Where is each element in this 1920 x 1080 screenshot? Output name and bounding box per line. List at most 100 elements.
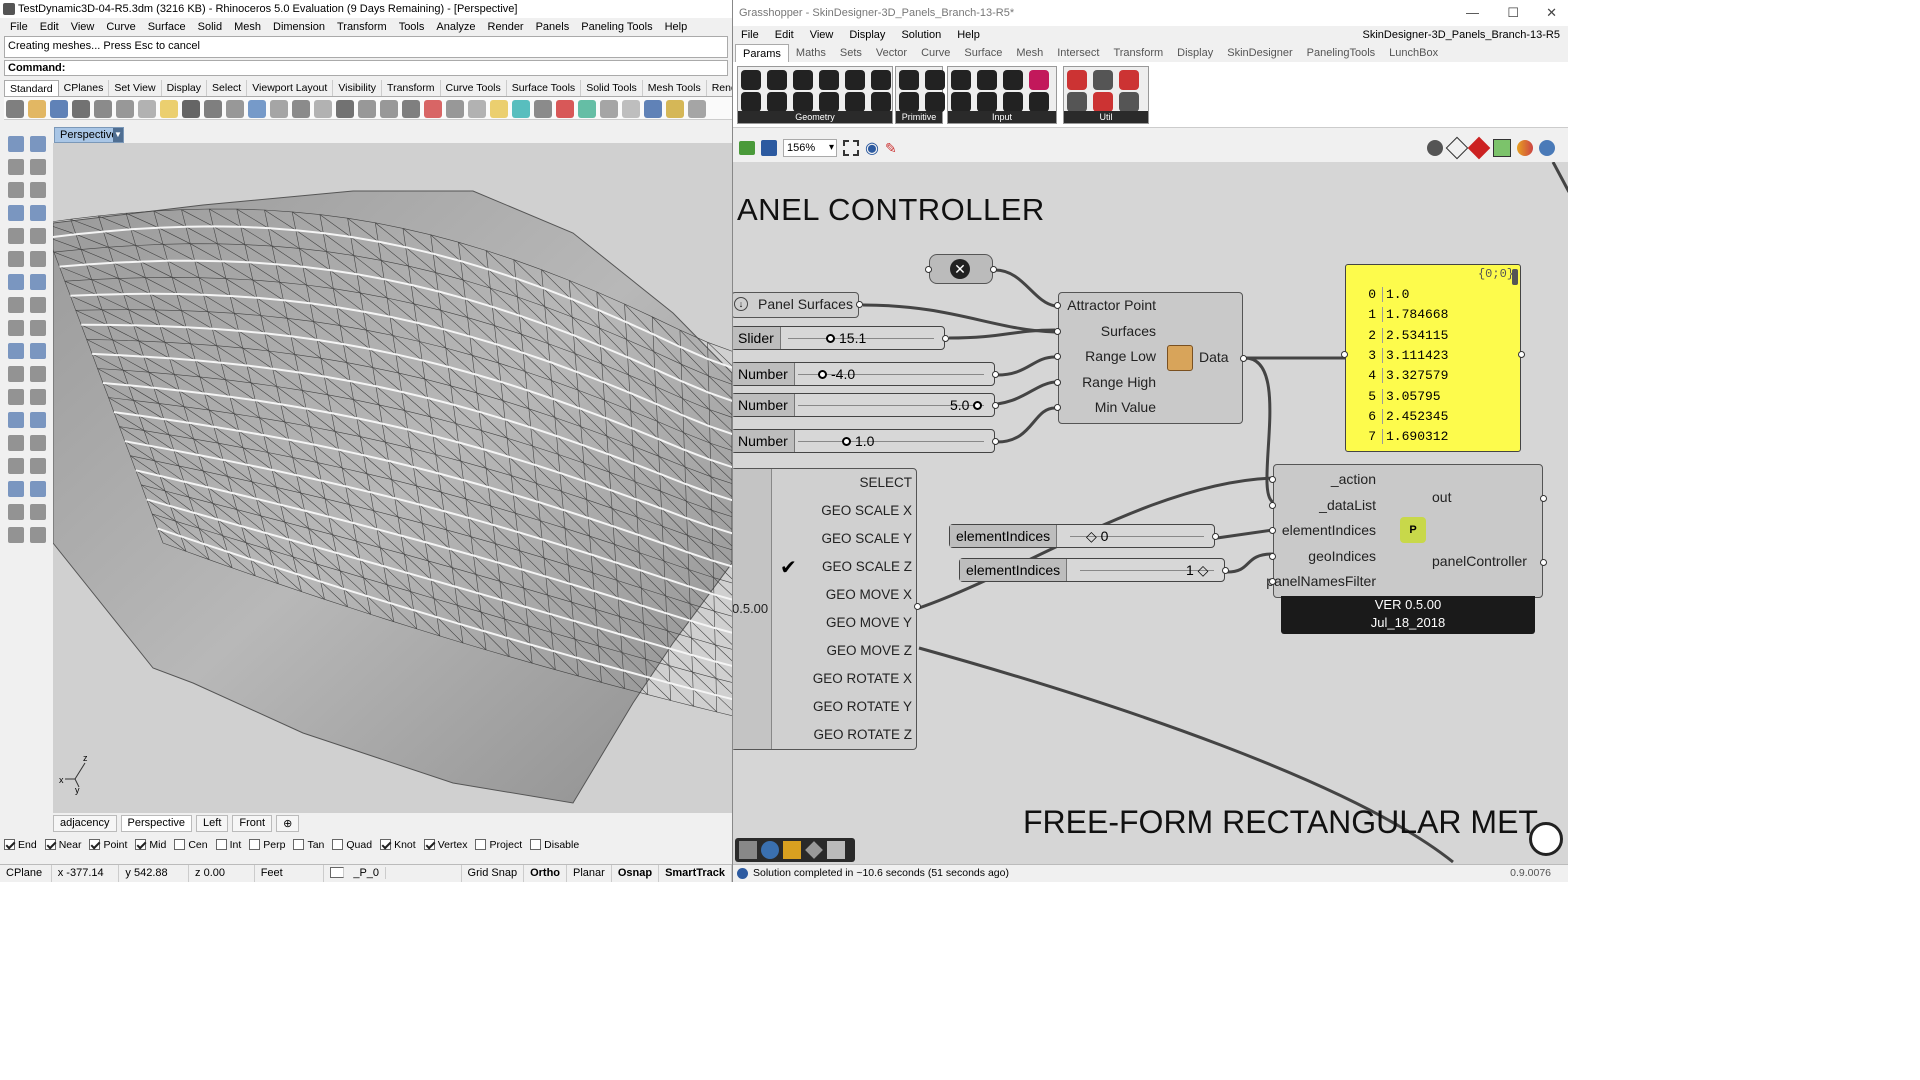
osnap-tan[interactable]: Tan [293,839,324,851]
toolbar-icon[interactable] [666,100,684,118]
tool-icon[interactable] [30,159,46,175]
toolbar-icon[interactable] [446,100,464,118]
gh-tab-params[interactable]: Params [735,44,789,62]
toolbar-icon[interactable] [160,100,178,118]
tool-icon[interactable] [30,435,46,451]
cplane-label[interactable]: CPlane [0,865,52,882]
menu-paneling-tools[interactable]: Paneling Tools [575,18,658,36]
toolbar-icon[interactable] [270,100,288,118]
component-icon[interactable] [951,70,971,90]
component-icon[interactable] [793,92,813,112]
osnap-point[interactable]: Point [89,839,127,851]
viewport-tab-add[interactable]: ⊕ [276,815,300,832]
toolbar-icon[interactable] [182,100,200,118]
component-icon[interactable] [977,70,997,90]
component-icon[interactable] [899,92,919,112]
component-icon[interactable] [925,70,945,90]
checkbox-icon[interactable] [475,839,487,850]
component-icon[interactable] [767,92,787,112]
tool-icon[interactable] [30,366,46,382]
component-icon[interactable] [793,70,813,90]
toolbar-tab-visibility[interactable]: Visibility [333,80,383,96]
chevron-down-icon[interactable]: ▼ [113,128,123,142]
save-icon[interactable] [761,140,777,156]
tool-icon[interactable] [30,527,46,543]
gh-tab-surface[interactable]: Surface [957,44,1009,62]
input-grip[interactable] [925,266,932,273]
menu-mesh[interactable]: Mesh [228,18,267,36]
data-output-grip[interactable] [1240,355,1247,362]
gh-tab-intersect[interactable]: Intersect [1050,44,1106,62]
tool-icon[interactable] [8,481,24,497]
input-grip[interactable] [1054,302,1061,309]
toolbar-icon[interactable] [578,100,596,118]
navigation-compass-icon[interactable] [1529,822,1563,856]
toolbar-tab-transform[interactable]: Transform [382,80,441,96]
menu-render[interactable]: Render [482,18,530,36]
osnap-mid[interactable]: Mid [135,839,166,851]
toolbar-icon[interactable] [688,100,706,118]
toolbar-tab-standard[interactable]: Standard [4,80,59,96]
tool-icon[interactable] [8,274,24,290]
menu-solid[interactable]: Solid [192,18,228,36]
checkbox-icon[interactable] [423,839,435,850]
value-list-item-geo-move-y[interactable]: GEO MOVE Y [772,615,912,630]
output-grip[interactable] [990,266,997,273]
component-icon[interactable] [899,70,919,90]
open-icon[interactable] [739,141,755,155]
data-panel[interactable]: {0;0} 0 1.0 1 1.784668 2 2.534115 3 3.111423 4 3.… [1341,264,1525,452]
component-icon[interactable] [1119,92,1139,112]
slider-value[interactable]: -4.0 [818,363,855,385]
preview-mode-icon[interactable] [1427,140,1443,156]
checkbox-icon[interactable] [332,839,344,850]
osnap-toggle[interactable]: Osnap [612,865,660,882]
toolbar-tab-curve-tools[interactable]: Curve Tools [441,80,507,96]
toolbar-icon[interactable] [138,100,156,118]
value-list-item-geo-move-x[interactable]: GEO MOVE X [772,587,912,602]
output-grip[interactable] [1212,533,1219,540]
layer-indicator[interactable]: _P_0 [324,865,462,882]
osnap-project[interactable]: Project [475,839,522,851]
cluster-icon[interactable] [805,841,823,859]
tool-icon[interactable] [8,320,24,336]
toolbar-tab-select[interactable]: Select [207,80,248,96]
input-grip[interactable] [1269,578,1276,585]
toolbar-icon[interactable] [248,100,266,118]
minimize-icon[interactable]: — [1466,0,1479,26]
tool-icon[interactable] [30,412,46,428]
command-line[interactable]: Command: [4,60,728,76]
tool-icon[interactable] [30,205,46,221]
tool-icon[interactable] [8,435,24,451]
gh-tab-curve[interactable]: Curve [914,44,957,62]
element-indices-slider-0[interactable]: elementIndices ◇ 0 [949,524,1219,548]
tool-icon[interactable] [8,527,24,543]
render-sphere-icon[interactable] [1539,140,1555,156]
component-icon[interactable] [871,92,891,112]
component-icon[interactable] [741,92,761,112]
component-icon[interactable] [819,92,839,112]
value-list-item-geo-scale-x[interactable]: GEO SCALE X [772,503,912,518]
toolbar-icon[interactable] [314,100,332,118]
component-icon[interactable] [1093,70,1113,90]
panel-surfaces-param[interactable]: ↓ Panel Surfaces [733,292,863,318]
toolbar-tab-viewport-layout[interactable]: Viewport Layout [247,80,334,96]
gh-tab-lunchbox[interactable]: LunchBox [1382,44,1445,62]
output-grip[interactable] [856,301,863,308]
toolbar-icon[interactable] [28,100,46,118]
toolbar-icon[interactable] [468,100,486,118]
tool-icon[interactable] [8,205,24,221]
tool-icon[interactable] [8,412,24,428]
panel-scrollbar[interactable] [1512,269,1518,285]
value-list-item-geo-scale-y[interactable]: GEO SCALE Y [772,531,912,546]
wireframe-icon[interactable] [1445,136,1469,160]
tool-icon[interactable] [8,136,24,152]
toolbar-tab-set-view[interactable]: Set View [109,80,162,96]
menu-edit[interactable]: Edit [34,18,65,36]
input-grip[interactable] [1269,501,1276,509]
bake-icon[interactable] [739,841,757,859]
gh-menu-edit[interactable]: Edit [767,26,802,44]
selected-only-icon[interactable] [1493,139,1511,157]
maximize-icon[interactable]: ☐ [1507,0,1519,26]
tool-icon[interactable] [30,182,46,198]
checkbox-icon[interactable] [293,839,305,850]
